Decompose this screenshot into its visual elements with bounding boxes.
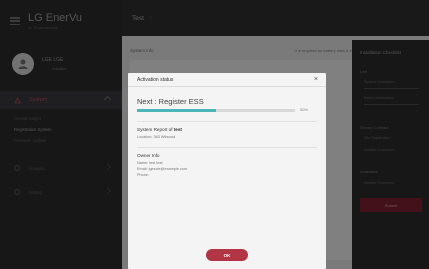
progress-label: Next : Register ESS [137,97,204,106]
progress-percent: 50% [300,107,309,112]
system-report-prefix: System Report of [137,127,174,132]
system-report-title: System Report of test [137,127,182,132]
close-icon[interactable]: × [314,76,318,83]
owner-email: Email: lgesole@example.com [137,167,188,171]
progress-bar [137,109,295,112]
dialog-header: Activation status × [128,73,326,87]
system-report-location: Location: 363 Wilwood [137,135,176,139]
owner-info-title: Owner Info [137,153,160,158]
system-report-name: test [173,127,182,132]
divider [137,147,317,148]
owner-name: Name: test test [137,161,163,165]
owner-phone: Phone: [137,173,150,177]
ok-button[interactable]: OK [206,249,248,261]
divider [137,121,317,122]
activation-status-dialog: Activation status × Next : Register ESS … [128,73,326,269]
dialog-title: Activation status [137,76,174,83]
progress-fill [137,109,216,112]
